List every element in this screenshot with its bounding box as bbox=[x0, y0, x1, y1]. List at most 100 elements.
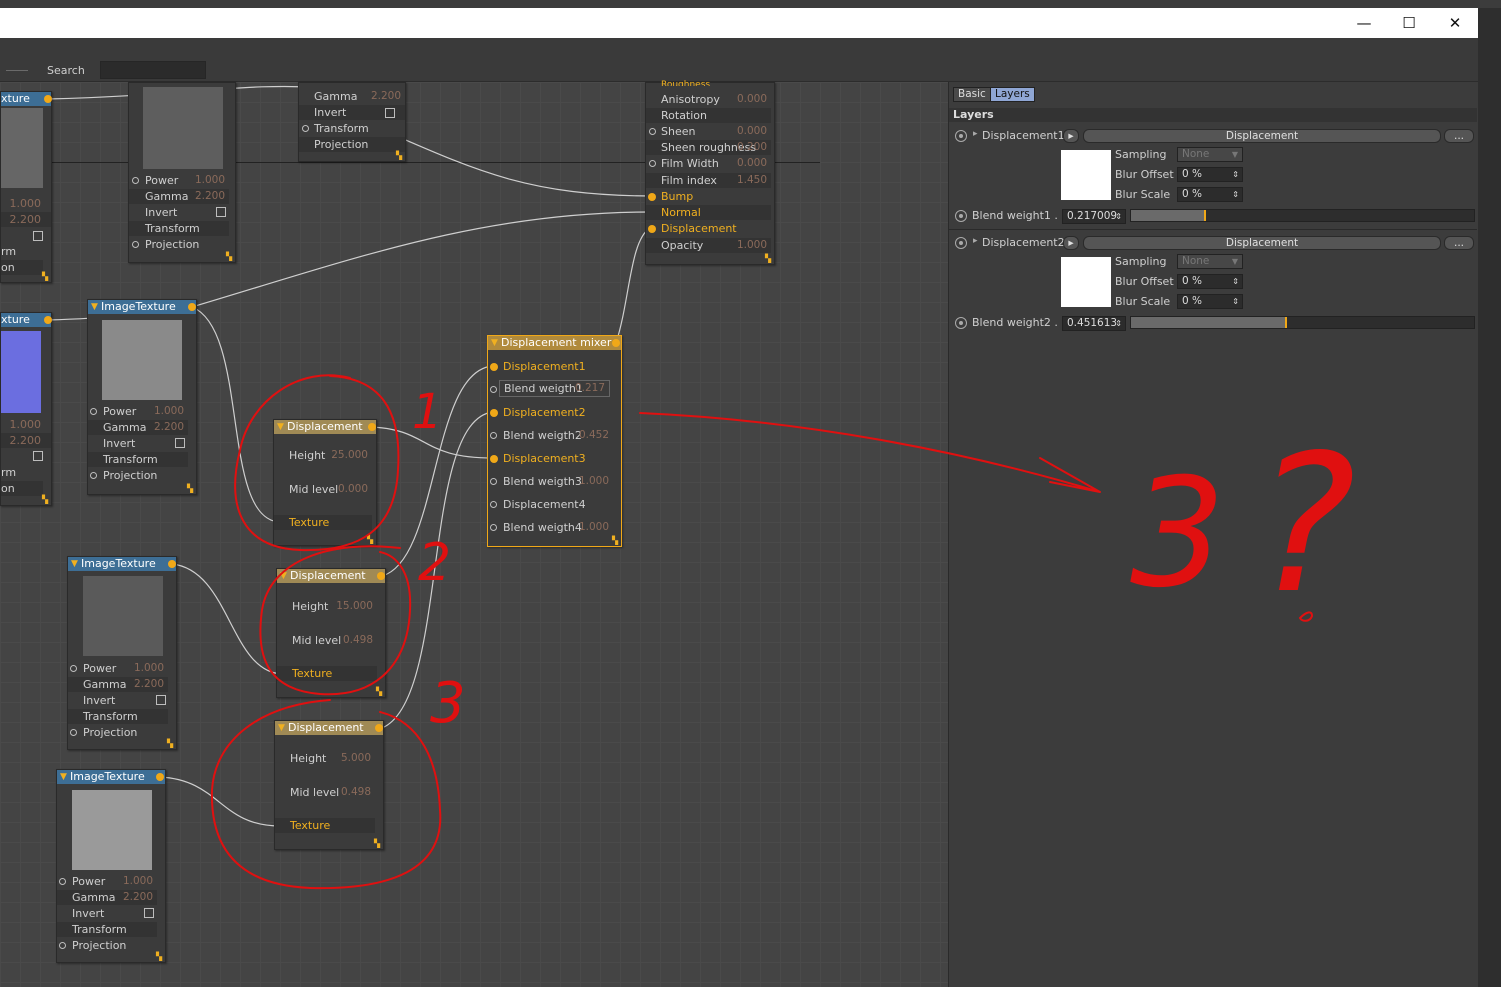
height-value[interactable]: 25.000 bbox=[331, 448, 368, 463]
minimize-icon[interactable]: — bbox=[1341, 8, 1387, 38]
layer-enable-radio[interactable] bbox=[955, 130, 967, 142]
height-value[interactable]: 5.000 bbox=[341, 751, 371, 766]
displacement-node-1[interactable]: ▼ Displacement Height 25.000 Mid level 0.00… bbox=[273, 419, 377, 546]
blend-weight2-value[interactable]: 0.452 bbox=[579, 428, 609, 443]
gamma-value[interactable]: 2.200 bbox=[195, 189, 225, 204]
blur-offset-field[interactable]: 0 % ⇕ bbox=[1177, 167, 1243, 182]
mixer-output-port[interactable] bbox=[612, 339, 620, 347]
spinner-icon[interactable]: ⇕ bbox=[1115, 210, 1122, 223]
collapse-arrow-icon[interactable]: ▼ bbox=[91, 300, 98, 314]
displacement-node-2[interactable]: ▼ Displacement Height 15.000 Mid level 0.49… bbox=[276, 568, 386, 698]
displacement-button[interactable]: Displacement bbox=[1083, 236, 1441, 250]
texture-swatch[interactable] bbox=[1061, 257, 1111, 307]
output-port[interactable] bbox=[156, 773, 164, 781]
blend-weight1-port[interactable] bbox=[490, 386, 497, 393]
slider-handle[interactable] bbox=[1285, 317, 1288, 328]
output-port[interactable] bbox=[168, 560, 176, 568]
blend-weight-slider[interactable] bbox=[1130, 209, 1475, 222]
spinner-icon[interactable]: ⇕ bbox=[1232, 295, 1239, 308]
tab-basic[interactable]: Basic bbox=[953, 87, 991, 102]
blend-weight-field[interactable]: 0.217009 ⇕ bbox=[1062, 209, 1126, 224]
displacement-node-3[interactable]: ▼ Displacement Height 5.000 Mid level 0.498… bbox=[274, 720, 384, 850]
invert-checkbox[interactable] bbox=[144, 908, 154, 918]
menu-handle-icon[interactable] bbox=[6, 70, 28, 71]
power-value[interactable]: 1.000 bbox=[195, 173, 225, 188]
gamma-value[interactable]: 2.200 bbox=[134, 677, 164, 692]
node-title[interactable]: ▼ Displacement bbox=[277, 569, 385, 583]
image-texture-node-c[interactable]: ▼ ImageTexture Power 1.000 Gamma 2.200 Inve… bbox=[67, 556, 177, 750]
film-index-value[interactable]: 1.450 bbox=[737, 173, 767, 188]
node-title[interactable]: ▼ ImageTexture bbox=[88, 300, 196, 314]
node-title[interactable]: ▼ Displacement bbox=[275, 721, 383, 735]
node-title[interactable]: ▼ ImageTexture bbox=[68, 557, 176, 571]
blend-weight-radio[interactable] bbox=[955, 317, 967, 329]
collapse-arrow-icon[interactable]: ▼ bbox=[60, 770, 67, 784]
blur-scale-field[interactable]: 0 % ⇕ bbox=[1177, 187, 1243, 202]
blend-weight-field[interactable]: 0.451613 ⇕ bbox=[1062, 316, 1126, 331]
gamma-value[interactable]: 2.200 bbox=[1, 212, 51, 227]
power-value[interactable]: 1.000 bbox=[123, 874, 153, 889]
mid-level-value[interactable]: 0.498 bbox=[343, 633, 373, 648]
blend-weight-radio[interactable] bbox=[955, 210, 967, 222]
resize-handle-icon[interactable]: ▚ bbox=[367, 536, 374, 544]
more-button[interactable]: ... bbox=[1444, 236, 1474, 250]
expand-arrow-icon[interactable]: ▸ bbox=[973, 129, 978, 139]
resize-handle-icon[interactable]: ▚ bbox=[167, 740, 174, 748]
image-texture-node-left-1[interactable]: xture 1.000 2.200 rm on ▚ bbox=[0, 91, 52, 283]
layer-enable-radio[interactable] bbox=[955, 237, 967, 249]
blend-weight1-value[interactable]: 0.217 bbox=[575, 381, 605, 396]
blur-scale-field[interactable]: 0 % ⇕ bbox=[1177, 294, 1243, 309]
close-icon[interactable]: ✕ bbox=[1432, 8, 1478, 38]
invert-checkbox[interactable] bbox=[216, 207, 226, 217]
tab-layers[interactable]: Layers bbox=[990, 87, 1035, 102]
collapse-arrow-icon[interactable]: ▼ bbox=[280, 569, 287, 583]
resize-handle-icon[interactable]: ▚ bbox=[226, 253, 233, 261]
power-value[interactable]: 1.000 bbox=[134, 661, 164, 676]
resize-handle-icon[interactable]: ▚ bbox=[42, 273, 49, 281]
resize-handle-icon[interactable]: ▚ bbox=[765, 255, 772, 263]
partial-image-texture-node[interactable]: Gamma 2.200 Invert Transform Projection ▚ bbox=[298, 82, 406, 162]
invert-checkbox[interactable] bbox=[175, 438, 185, 448]
image-texture-node-b[interactable]: ▼ ImageTexture Power 1.000 Gamma 2.200 Inve… bbox=[87, 299, 197, 495]
opacity-value[interactable]: 1.000 bbox=[737, 238, 767, 253]
resize-handle-icon[interactable]: ▚ bbox=[374, 840, 381, 848]
mid-level-value[interactable]: 0.000 bbox=[338, 482, 368, 497]
material-node[interactable]: Roughness Anisotropy 0.000 Rotation Sheen… bbox=[645, 80, 775, 265]
resize-handle-icon[interactable]: ▚ bbox=[42, 496, 49, 504]
displacement-mixer-node[interactable]: ▼ Displacement mixer Displacement1 Blend … bbox=[487, 335, 622, 547]
spinner-icon[interactable]: ⇕ bbox=[1232, 168, 1239, 181]
power-value[interactable]: 1.000 bbox=[1, 196, 51, 211]
node-title[interactable]: ▼ ImageTexture bbox=[57, 770, 165, 784]
image-texture-node-left-2[interactable]: xture 1.000 2.200 rm on ▚ bbox=[0, 312, 52, 506]
collapse-arrow-icon[interactable]: ▼ bbox=[491, 336, 498, 350]
sampling-dropdown[interactable]: None ▼ bbox=[1177, 254, 1243, 269]
output-port[interactable] bbox=[377, 572, 385, 580]
node-title[interactable]: ▼ Displacement mixer bbox=[488, 336, 621, 350]
resize-handle-icon[interactable]: ▚ bbox=[376, 688, 383, 696]
play-icon[interactable]: ▸ bbox=[1063, 236, 1079, 250]
node-title[interactable]: ▼ Displacement bbox=[274, 420, 376, 434]
sampling-dropdown[interactable]: None ▼ bbox=[1177, 147, 1243, 162]
invert-checkbox[interactable] bbox=[33, 231, 43, 241]
power-value[interactable]: 1.000 bbox=[1, 417, 51, 432]
resize-handle-icon[interactable]: ▚ bbox=[612, 537, 619, 545]
spinner-icon[interactable]: ⇕ bbox=[1232, 188, 1239, 201]
more-button[interactable]: ... bbox=[1444, 129, 1474, 143]
invert-checkbox[interactable] bbox=[385, 108, 395, 118]
blend-weight1-row[interactable]: Blend weigth1 0.217 bbox=[499, 380, 610, 397]
displacement-button[interactable]: Displacement bbox=[1083, 129, 1441, 143]
expand-arrow-icon[interactable]: ▸ bbox=[973, 236, 978, 246]
collapse-arrow-icon[interactable]: ▼ bbox=[278, 721, 285, 735]
height-value[interactable]: 15.000 bbox=[336, 599, 373, 614]
anisotropy-value[interactable]: 0.000 bbox=[737, 92, 767, 107]
output-port[interactable] bbox=[44, 95, 52, 103]
search-input[interactable] bbox=[100, 61, 206, 79]
collapse-arrow-icon[interactable]: ▼ bbox=[71, 557, 78, 571]
sheen-roughness-value[interactable]: 0.200 bbox=[737, 140, 767, 155]
play-icon[interactable]: ▸ bbox=[1063, 129, 1079, 143]
maximize-icon[interactable]: ☐ bbox=[1386, 8, 1432, 38]
blend-weight-slider[interactable] bbox=[1130, 316, 1475, 329]
blend-weight4-value[interactable]: 1.000 bbox=[579, 520, 609, 535]
blur-offset-field[interactable]: 0 % ⇕ bbox=[1177, 274, 1243, 289]
power-value[interactable]: 1.000 bbox=[154, 404, 184, 419]
